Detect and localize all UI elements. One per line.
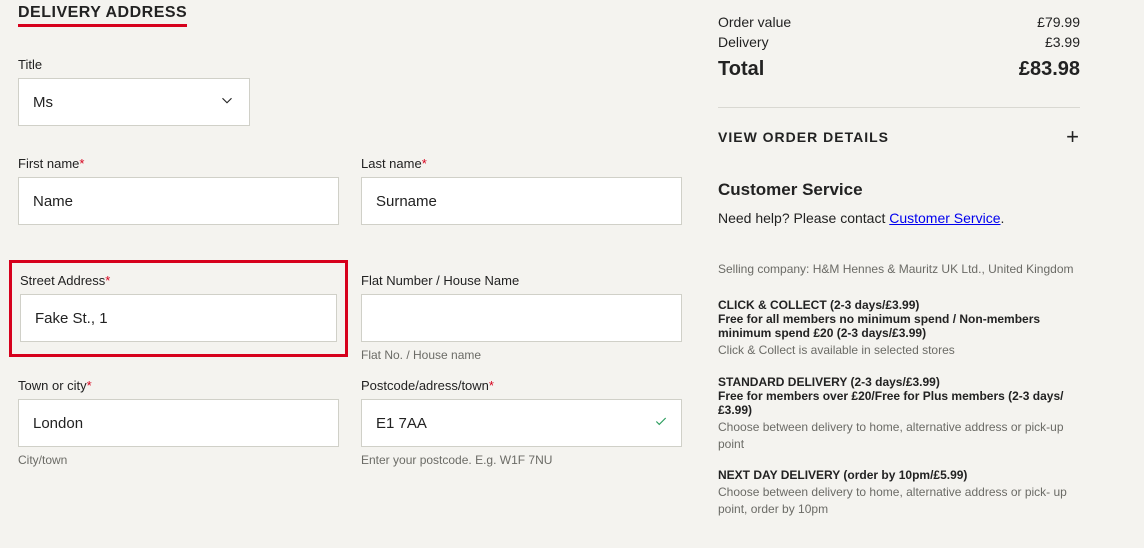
customer-service-text: Need help? Please contact Customer Servi… [718, 210, 1080, 226]
flat-hint: Flat No. / House name [361, 348, 682, 362]
view-order-details-toggle[interactable]: VIEW ORDER DETAILS + [718, 124, 1080, 150]
town-label: Town or city* [18, 378, 339, 393]
street-address-input[interactable] [20, 294, 337, 342]
delivery-address-heading: DELIVERY ADDRESS [18, 4, 187, 27]
shipping-option-desc: Click & Collect is available in selected… [718, 342, 1080, 359]
postcode-hint: Enter your postcode. E.g. W1F 7NU [361, 453, 682, 467]
first-name-input[interactable] [18, 177, 339, 225]
postcode-input[interactable] [361, 399, 682, 447]
shipping-option-title: STANDARD DELIVERY (2-3 days/£3.99) [718, 375, 1080, 389]
view-order-details-label: VIEW ORDER DETAILS [718, 129, 889, 145]
town-input[interactable] [18, 399, 339, 447]
total-label: Total [718, 58, 764, 81]
plus-icon: + [1066, 124, 1080, 150]
shipping-option-bold: Free for members over £20/Free for Plus … [718, 389, 1080, 417]
customer-service-link[interactable]: Customer Service [889, 210, 1000, 226]
flat-label: Flat Number / House Name [361, 273, 682, 288]
total-value: £83.98 [1019, 58, 1080, 81]
selling-company: Selling company: H&M Hennes & Mauritz UK… [718, 262, 1080, 276]
shipping-option-desc: Choose between delivery to home, alterna… [718, 484, 1080, 518]
shipping-option-desc: Choose between delivery to home, alterna… [718, 419, 1080, 453]
shipping-option-title: CLICK & COLLECT (2-3 days/£3.99) [718, 298, 1080, 312]
postcode-label: Postcode/adress/town* [361, 378, 682, 393]
town-hint: City/town [18, 453, 339, 467]
flat-input[interactable] [361, 294, 682, 342]
order-value-label: Order value [718, 14, 791, 30]
last-name-label: Last name* [361, 156, 682, 171]
shipping-option-title: NEXT DAY DELIVERY (order by 10pm/£5.99) [718, 468, 1080, 482]
customer-service-heading: Customer Service [718, 180, 1080, 200]
delivery-label: Delivery [718, 34, 769, 50]
first-name-label: First name* [18, 156, 339, 171]
title-select[interactable]: Ms [18, 78, 250, 126]
last-name-input[interactable] [361, 177, 682, 225]
street-address-label: Street Address* [20, 273, 337, 288]
shipping-option-bold: Free for all members no minimum spend / … [718, 312, 1080, 340]
title-label: Title [18, 57, 682, 72]
delivery-value: £3.99 [1045, 34, 1080, 50]
order-value: £79.99 [1037, 14, 1080, 30]
